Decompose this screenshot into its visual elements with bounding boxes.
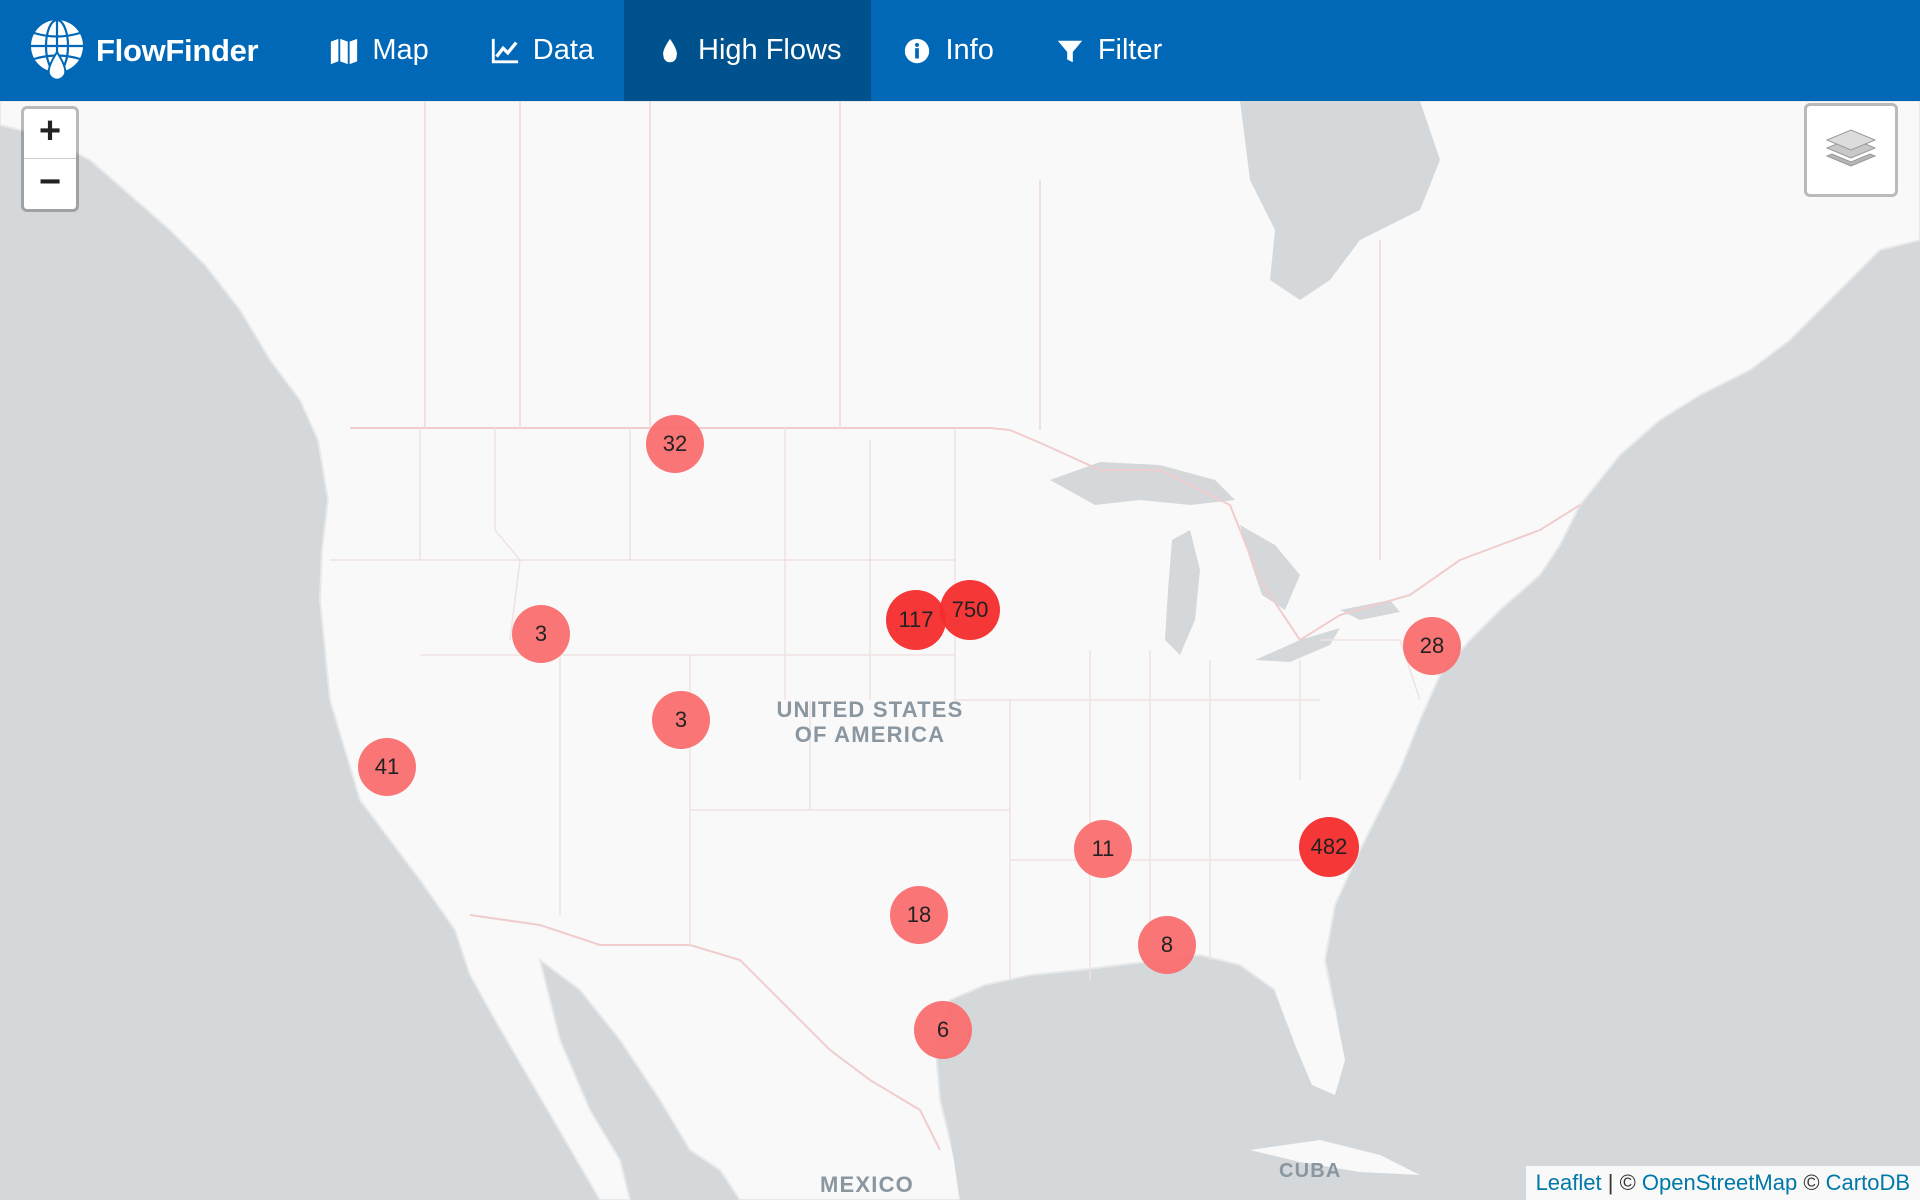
cluster-count: 41 — [374, 754, 400, 779]
brand[interactable]: FlowFinder — [0, 0, 298, 101]
cluster-count: 3 — [674, 707, 688, 732]
cluster-count: 482 — [1310, 834, 1348, 859]
nav-high-flows-label: High Flows — [698, 34, 842, 66]
nav-high-flows[interactable]: High Flows — [624, 0, 872, 101]
nav-filter[interactable]: Filter — [1024, 0, 1192, 101]
openstreetmap-link[interactable]: OpenStreetMap — [1642, 1170, 1797, 1195]
cluster-count: 3 — [534, 621, 548, 646]
nav-filter-label: Filter — [1097, 34, 1163, 66]
cluster-marker[interactable]: 750 — [940, 580, 1000, 640]
zoom-out-button[interactable]: − — [24, 159, 76, 209]
cluster-count: 750 — [951, 597, 989, 622]
map-view[interactable]: UNITED STATES OF AMERICA MEXICO CUBA 32 … — [0, 101, 1920, 1200]
leaflet-link[interactable]: Leaflet — [1536, 1170, 1602, 1195]
nav-map[interactable]: Map — [298, 0, 458, 101]
filter-icon — [1054, 35, 1086, 67]
cluster-marker[interactable]: 41 — [358, 738, 416, 796]
map-attribution: Leaflet | © OpenStreetMap © CartoDB — [1525, 1166, 1920, 1200]
country-label-mexico: MEXICO — [820, 1172, 914, 1197]
nav-data[interactable]: Data — [459, 0, 624, 101]
cluster-count: 32 — [662, 431, 688, 456]
cluster-count: 117 — [898, 607, 934, 632]
line-chart-icon — [489, 35, 521, 67]
nav-data-label: Data — [532, 34, 595, 66]
nav-info[interactable]: Info — [871, 0, 1023, 101]
cluster-marker[interactable]: 8 — [1138, 916, 1196, 974]
cartodb-link[interactable]: CartoDB — [1826, 1170, 1910, 1195]
attribution-separator: | © — [1601, 1170, 1642, 1195]
cluster-marker[interactable]: 3 — [652, 691, 710, 749]
nav-map-label: Map — [372, 34, 429, 66]
cluster-count: 18 — [906, 902, 932, 927]
nav-info-label: Info — [945, 34, 994, 66]
app-name: FlowFinder — [96, 32, 259, 68]
layers-icon — [1825, 129, 1877, 167]
cluster-marker[interactable]: 6 — [914, 1001, 972, 1059]
zoom-in-button[interactable]: + — [24, 109, 76, 159]
cluster-marker[interactable]: 482 — [1299, 817, 1359, 877]
cluster-marker[interactable]: 117 — [886, 590, 946, 650]
cluster-marker[interactable]: 28 — [1403, 617, 1461, 675]
cluster-marker[interactable]: 3 — [512, 605, 570, 663]
cluster-marker[interactable]: 18 — [890, 886, 948, 944]
attribution-copyright: © — [1797, 1170, 1826, 1195]
cluster-count: 8 — [1160, 932, 1174, 957]
cluster-marker[interactable]: 32 — [646, 415, 704, 473]
cluster-count: 28 — [1419, 633, 1445, 658]
cluster-marker[interactable]: 11 — [1074, 820, 1132, 878]
country-label-line1: UNITED STATES — [776, 697, 964, 722]
layers-control-button[interactable] — [1804, 103, 1898, 197]
map-icon — [328, 35, 360, 67]
cluster-count: 6 — [936, 1017, 950, 1042]
info-circle-icon — [901, 35, 933, 67]
cluster-count: 11 — [1091, 836, 1115, 861]
country-label-usa: UNITED STATES OF AMERICA — [760, 697, 980, 747]
country-label-line2: OF AMERICA — [794, 722, 946, 747]
water-drop-icon — [654, 35, 686, 67]
zoom-control: + − — [21, 106, 79, 212]
country-label-cuba: CUBA — [1279, 1160, 1342, 1182]
flowfinder-logo-icon — [31, 18, 83, 81]
top-navbar: FlowFinder Map Data High Flows Info Filt… — [0, 0, 1920, 101]
